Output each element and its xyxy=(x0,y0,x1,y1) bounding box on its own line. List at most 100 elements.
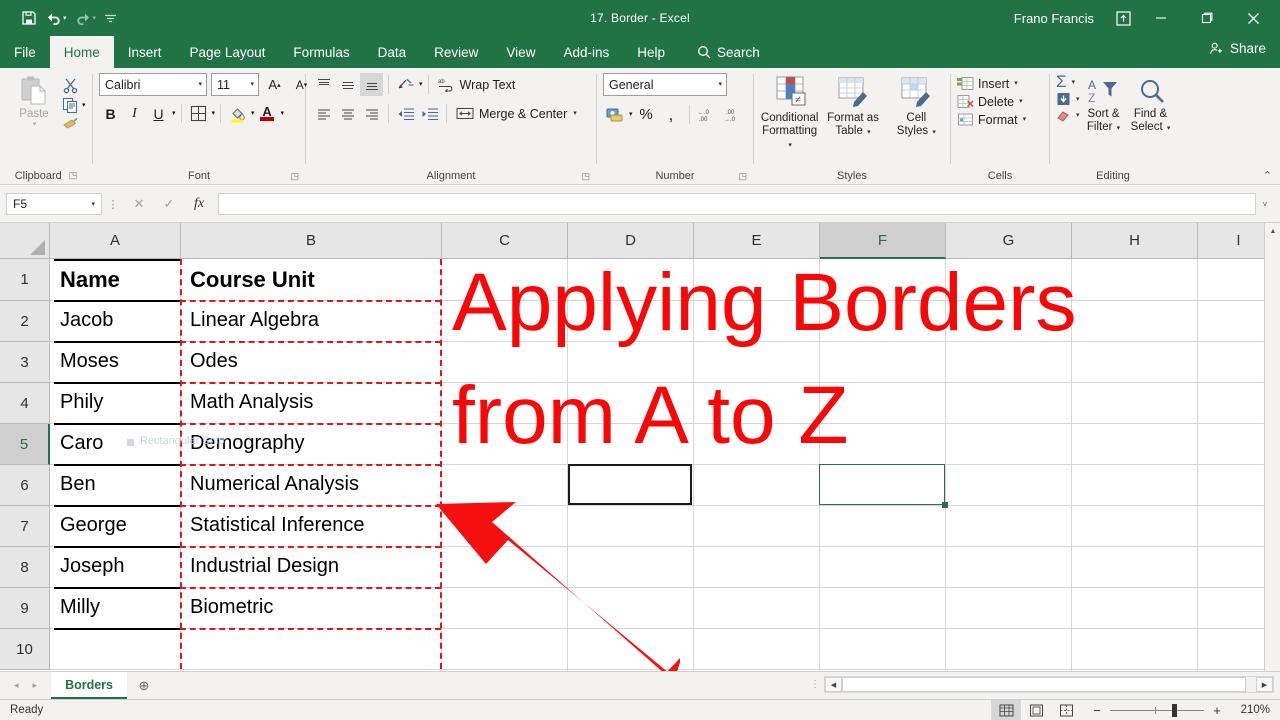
close-button[interactable] xyxy=(1230,0,1276,36)
cell-a1[interactable]: Name xyxy=(56,259,180,300)
tab-insert[interactable]: Insert xyxy=(114,36,176,68)
zoom-in-button[interactable]: + xyxy=(1211,703,1223,718)
insert-cells-button[interactable]: Insert ▾ xyxy=(957,76,1026,91)
formula-input[interactable] xyxy=(218,193,1256,215)
zoom-level-label[interactable]: 210% xyxy=(1230,704,1272,716)
scroll-right-icon[interactable]: ▶ xyxy=(1256,677,1273,692)
row-header-9[interactable]: 9 xyxy=(0,588,50,629)
accounting-format-button[interactable] xyxy=(603,103,626,126)
format-cells-button[interactable]: Format ▾ xyxy=(957,112,1026,127)
sheet-tab-borders[interactable]: Borders xyxy=(51,672,127,699)
clear-button[interactable]: ▾ xyxy=(1056,109,1080,122)
comma-style-button[interactable]: , xyxy=(660,103,683,126)
row-header-3[interactable]: 3 xyxy=(0,342,50,383)
font-name-dropdown-icon[interactable]: ▾ xyxy=(198,81,202,88)
autosum-dropdown-icon[interactable]: ▾ xyxy=(1072,79,1076,86)
decrease-decimal-button[interactable]: .00 →.0 xyxy=(722,103,746,126)
alignment-dialog-launcher-icon[interactable]: ◳ xyxy=(581,171,590,182)
cell-b4[interactable]: Math Analysis xyxy=(186,382,440,423)
share-button[interactable]: Share xyxy=(1209,41,1266,56)
tab-formulas[interactable]: Formulas xyxy=(279,36,363,68)
horizontal-scroll-thumb[interactable] xyxy=(842,677,1246,692)
sheet-prev-icon[interactable]: ◂ xyxy=(14,680,19,691)
expand-formula-bar-icon[interactable]: ˅ xyxy=(1256,193,1274,215)
horizontal-scrollbar[interactable]: ◀ ▶ xyxy=(824,676,1274,693)
tab-file[interactable]: File xyxy=(0,36,50,68)
align-left-button[interactable] xyxy=(312,102,335,125)
tab-add-ins[interactable]: Add-ins xyxy=(549,36,623,68)
customize-qat-icon[interactable] xyxy=(101,5,120,31)
clipboard-dialog-launcher-icon[interactable]: ◳ xyxy=(69,170,78,181)
fill-dropdown-icon[interactable]: ▾ xyxy=(1076,96,1080,103)
increase-font-size-icon[interactable]: A ▴ xyxy=(263,73,286,96)
delete-dropdown-icon[interactable]: ▾ xyxy=(1019,98,1023,105)
cell-styles-button[interactable]: Cell Styles ▾ xyxy=(887,73,946,138)
cell-a7[interactable]: George xyxy=(56,505,180,546)
column-header-f[interactable]: F xyxy=(820,223,946,259)
page-layout-view-button[interactable] xyxy=(1021,700,1051,720)
sheet-nav-arrows[interactable]: ◂ ▸ xyxy=(0,680,51,691)
row-header-8[interactable]: 8 xyxy=(0,547,50,588)
fill-color-dropdown-icon[interactable]: ▾ xyxy=(251,110,255,117)
row-header-5[interactable]: 5 xyxy=(0,424,50,465)
account-name[interactable]: Frano Francis xyxy=(1014,11,1094,26)
align-right-button[interactable] xyxy=(360,102,383,125)
borders-button[interactable] xyxy=(187,102,210,125)
clear-dropdown-icon[interactable]: ▾ xyxy=(1076,112,1080,119)
tab-view[interactable]: View xyxy=(492,36,549,68)
cell-b6[interactable]: Numerical Analysis xyxy=(186,464,440,505)
cancel-formula-button[interactable]: ✕ xyxy=(124,193,154,215)
wrap-text-button[interactable]: ab Wrap Text xyxy=(434,73,520,96)
number-format-combo[interactable]: General ▾ xyxy=(603,73,727,96)
cell-a8[interactable]: Joseph xyxy=(56,546,180,587)
row-header-10[interactable]: 10 xyxy=(0,629,50,670)
add-sheet-button[interactable]: ⊕ xyxy=(127,678,161,694)
cut-button[interactable] xyxy=(62,77,86,94)
font-color-dropdown-icon[interactable]: ▾ xyxy=(281,110,285,117)
cell-a6[interactable]: Ben xyxy=(56,464,180,505)
scroll-up-icon[interactable]: ▲ xyxy=(1265,223,1280,239)
vertical-scrollbar[interactable]: ▲ xyxy=(1264,223,1280,671)
orientation-button[interactable] xyxy=(394,73,417,96)
cell-b10[interactable] xyxy=(186,628,440,669)
ribbon-display-options-icon[interactable] xyxy=(1108,0,1138,36)
collapse-ribbon-icon[interactable]: ⌃ xyxy=(1263,169,1272,182)
save-icon[interactable] xyxy=(18,5,40,31)
increase-indent-button[interactable] xyxy=(418,102,441,125)
underline-dropdown-icon[interactable]: ▾ xyxy=(172,110,176,117)
column-header-b[interactable]: B xyxy=(181,223,442,259)
row-header-4[interactable]: 4 xyxy=(0,383,50,424)
row-header-2[interactable]: 2 xyxy=(0,301,50,342)
cell-b3[interactable]: Odes xyxy=(186,341,440,382)
font-size-dropdown-icon[interactable]: ▾ xyxy=(250,81,254,88)
paste-dropdown-icon[interactable]: ▾ xyxy=(33,121,37,128)
sheet-next-icon[interactable]: ▸ xyxy=(33,680,38,691)
format-dropdown-icon[interactable]: ▾ xyxy=(1023,116,1027,123)
insert-dropdown-icon[interactable]: ▾ xyxy=(1014,80,1018,87)
font-name-combo[interactable]: Calibri ▾ xyxy=(99,73,207,96)
paste-button[interactable]: Paste ▾ xyxy=(6,73,62,128)
column-header-a[interactable]: A xyxy=(50,223,181,259)
cell-a3[interactable]: Moses xyxy=(56,341,180,382)
normal-view-button[interactable] xyxy=(991,700,1021,720)
bold-button[interactable]: B xyxy=(99,102,122,125)
conditional-formatting-button[interactable]: ≠ Conditional Formatting ▾ xyxy=(760,73,819,150)
align-center-button[interactable] xyxy=(336,102,359,125)
row-header-6[interactable]: 6 xyxy=(0,465,50,506)
name-box-dropdown-icon[interactable]: ▾ xyxy=(91,201,95,208)
align-top-button[interactable] xyxy=(312,73,335,96)
restore-button[interactable] xyxy=(1184,0,1230,36)
redo-icon[interactable]: ▾ xyxy=(72,5,100,31)
page-break-view-button[interactable] xyxy=(1051,700,1081,720)
merge-center-dropdown-icon[interactable]: ▾ xyxy=(573,110,577,117)
name-box[interactable]: F5 ▾ xyxy=(6,193,102,215)
cell-b9[interactable]: Biometric xyxy=(186,587,440,628)
tab-home[interactable]: Home xyxy=(49,36,114,68)
active-cell-selection[interactable] xyxy=(819,464,948,508)
cell-a2[interactable]: Jacob xyxy=(56,300,180,341)
sort-filter-button[interactable]: AZ Sort & Filter ▾ xyxy=(1082,75,1126,134)
orientation-dropdown-icon[interactable]: ▾ xyxy=(419,81,423,88)
column-header-c[interactable]: C xyxy=(442,223,568,259)
scroll-split-grip[interactable]: ⋮ xyxy=(810,679,820,690)
minimize-button[interactable] xyxy=(1138,0,1184,36)
